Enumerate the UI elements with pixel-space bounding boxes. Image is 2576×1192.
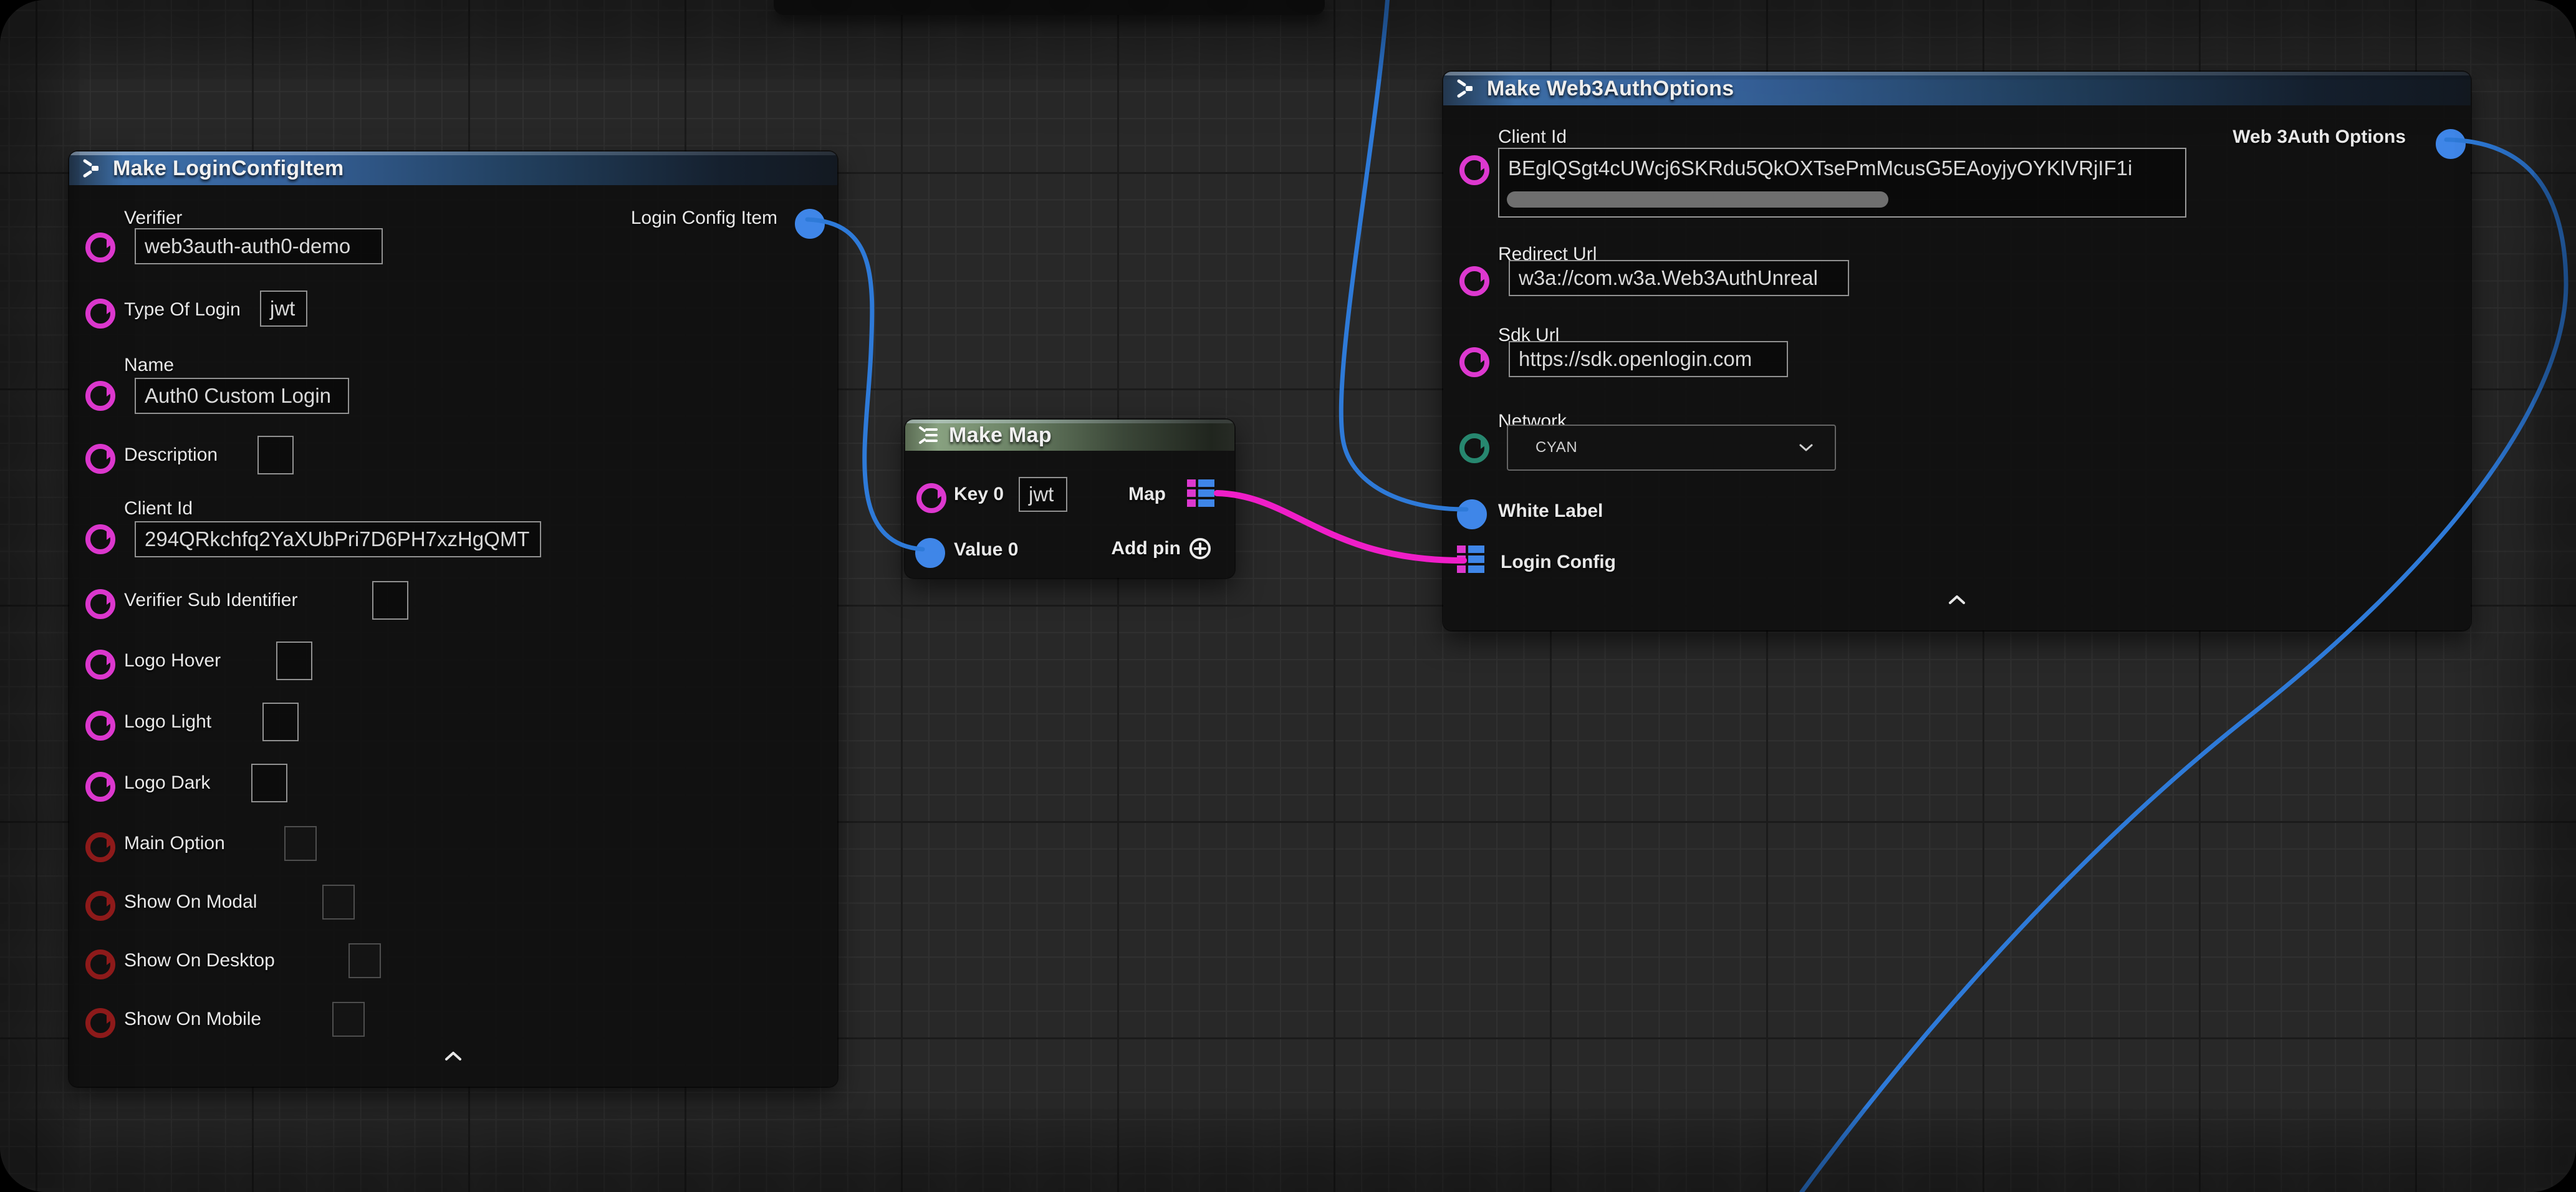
verifier-sub-identifier-input[interactable]	[372, 581, 408, 620]
network-value: CYAN	[1536, 439, 1577, 456]
logo-hover-label: Logo Hover	[124, 650, 221, 671]
pin-logo-hover[interactable]	[85, 650, 105, 670]
sdk-url-input[interactable]: https://sdk.openlogin.com	[1509, 341, 1788, 377]
show-on-modal-label: Show On Modal	[124, 892, 257, 913]
show-on-modal-checkbox[interactable]	[322, 885, 355, 920]
pin-description[interactable]	[85, 444, 105, 464]
add-pin-button[interactable]: Add pin	[1111, 537, 1212, 560]
main-option-checkbox[interactable]	[284, 826, 317, 861]
pin-client-id[interactable]	[85, 524, 105, 544]
pin-client-id[interactable]	[1459, 155, 1479, 175]
pin-redirect-url[interactable]	[1459, 266, 1479, 286]
client-id-input[interactable]: BEglQSgt4cUWcj6SKRdu5QkOXTsePmMcusG5EAoy…	[1498, 148, 2186, 218]
client-id-scrollbar[interactable]	[1507, 191, 1888, 208]
blueprint-editor: Make LoginConfigItem Verifier Login Conf…	[0, 0, 2576, 1192]
pin-show-on-modal[interactable]	[85, 891, 105, 911]
logo-dark-label: Logo Dark	[124, 772, 210, 794]
pin-show-on-desktop[interactable]	[85, 949, 105, 969]
value-0-label: Value 0	[954, 539, 1018, 560]
pin-type-of-login[interactable]	[85, 299, 105, 319]
name-input[interactable]: Auth0 Custom Login	[135, 378, 349, 414]
verifier-label: Verifier	[124, 208, 182, 229]
pin-verifier[interactable]	[85, 233, 105, 252]
node-header[interactable]: Make LoginConfigItem	[69, 151, 837, 185]
pin-key-0[interactable]	[916, 483, 936, 503]
logo-light-label: Logo Light	[124, 711, 211, 733]
offscreen-node-edge[interactable]	[774, 0, 1325, 15]
make-struct-icon	[1454, 77, 1477, 100]
blueprint-canvas[interactable]: Make LoginConfigItem Verifier Login Conf…	[0, 0, 2576, 1192]
pin-sdk-url[interactable]	[1459, 347, 1479, 367]
collapse-chevron-icon[interactable]	[1948, 594, 1966, 605]
client-id-label: Client Id	[1498, 127, 1567, 148]
white-label-label: White Label	[1498, 501, 1603, 522]
node-title: Make Web3AuthOptions	[1487, 77, 1734, 101]
verifier-sub-identifier-label: Verifier Sub Identifier	[124, 590, 297, 611]
logo-dark-input[interactable]	[251, 764, 287, 802]
key-0-input[interactable]: jwt	[1019, 477, 1067, 512]
description-label: Description	[124, 445, 218, 466]
wire-map-to-login-config[interactable]	[1217, 493, 1464, 560]
pin-network[interactable]	[1459, 433, 1479, 453]
node-title: Make Map	[949, 423, 1052, 448]
show-on-desktop-label: Show On Desktop	[124, 950, 275, 971]
type-of-login-input[interactable]: jwt	[260, 291, 307, 327]
client-id-label: Client Id	[124, 498, 193, 519]
login-config-label: Login Config	[1501, 552, 1616, 573]
pin-main-option[interactable]	[85, 832, 105, 852]
client-id-input[interactable]: 294QRkchfq2YaXUbPri7D6PH7xzHgQMT	[135, 521, 541, 557]
logo-light-input[interactable]	[262, 703, 299, 741]
add-pin-label: Add pin	[1111, 538, 1181, 559]
logo-hover-input[interactable]	[276, 642, 312, 680]
show-on-mobile-checkbox[interactable]	[332, 1002, 365, 1037]
output-label: Web 3Auth Options	[2232, 127, 2406, 148]
pin-logo-light[interactable]	[85, 711, 105, 731]
node-header[interactable]: Make Web3AuthOptions	[1443, 72, 2471, 105]
pin-logo-dark[interactable]	[85, 772, 105, 792]
name-label: Name	[124, 355, 174, 376]
chevron-down-icon	[1799, 443, 1814, 452]
key-0-label: Key 0	[954, 484, 1004, 505]
collapse-chevron-icon[interactable]	[444, 1050, 463, 1062]
description-input[interactable]	[257, 436, 294, 474]
output-pin-map[interactable]	[1187, 479, 1216, 507]
pin-verifier-sub-identifier[interactable]	[85, 589, 105, 609]
pin-name[interactable]	[85, 381, 105, 401]
client-id-text: BEglQSgt4cUWcj6SKRdu5QkOXTsePmMcusG5EAoy…	[1508, 156, 2181, 180]
verifier-input[interactable]: web3auth-auth0-demo	[135, 228, 383, 264]
make-map-icon	[916, 424, 939, 446]
map-label: Map	[1128, 484, 1166, 505]
pin-show-on-mobile[interactable]	[85, 1008, 105, 1028]
node-make-loginconfigitem[interactable]: Make LoginConfigItem Verifier Login Conf…	[69, 151, 837, 1087]
node-make-map[interactable]: Make Map Key 0 jwt Map Value 0 Add pin	[905, 420, 1234, 578]
show-on-mobile-label: Show On Mobile	[124, 1009, 261, 1030]
make-struct-icon	[80, 157, 103, 180]
show-on-desktop-checkbox[interactable]	[348, 943, 381, 978]
redirect-url-input[interactable]: w3a://com.w3a.Web3AuthUnreal	[1509, 260, 1849, 296]
add-pin-plus-icon	[1188, 537, 1212, 560]
node-header[interactable]: Make Map	[905, 420, 1234, 451]
main-option-label: Main Option	[124, 833, 225, 854]
type-of-login-label: Type Of Login	[124, 299, 241, 320]
node-make-web3authoptions[interactable]: Make Web3AuthOptions Client Id Web 3Auth…	[1443, 72, 2471, 630]
node-title: Make LoginConfigItem	[113, 156, 344, 181]
output-label: Login Config Item	[631, 208, 777, 229]
network-dropdown[interactable]: CYAN	[1507, 425, 1836, 471]
